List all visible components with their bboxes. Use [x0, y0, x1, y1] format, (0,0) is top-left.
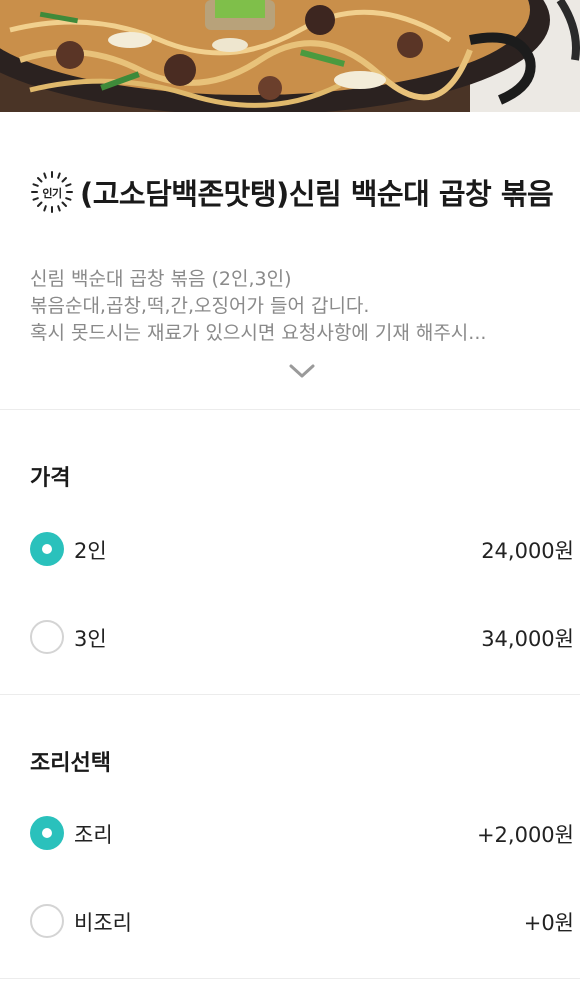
menu-photo [0, 0, 580, 112]
radio-unselected[interactable] [30, 620, 64, 654]
popular-badge-icon: 인기 [30, 170, 74, 214]
section-divider [0, 694, 580, 695]
option-price: 34,000원 [481, 627, 574, 651]
cooking-option-uncooked[interactable]: 비조리 +0원 [0, 891, 580, 951]
radio-selected[interactable] [30, 816, 64, 850]
menu-title-block: 인기 (고소담백존맛탱)신림 백순대 곱창 볶음 [30, 170, 560, 215]
price-option-3-person[interactable]: 3인 34,000원 [0, 607, 580, 667]
expand-description-chevron-down-icon[interactable] [288, 362, 316, 380]
price-option-2-person[interactable]: 2인 24,000원 [0, 519, 580, 579]
option-label: 비조리 [74, 911, 132, 935]
section-divider [0, 409, 580, 410]
option-price: 24,000원 [481, 539, 574, 563]
section-divider [0, 978, 580, 979]
description-line: 신림 백순대 곱창 볶음 (2인,3인) [30, 268, 292, 290]
price-section-title: 가격 [30, 466, 71, 491]
option-label: 3인 [74, 627, 107, 651]
menu-title: 인기 (고소담백존맛탱)신림 백순대 곱창 볶음 [30, 170, 560, 215]
option-price: +2,000원 [476, 823, 574, 847]
option-label: 조리 [74, 823, 113, 847]
cooking-section-title: 조리선택 [30, 751, 111, 776]
description-line: 혹시 못드시는 재료가 있으시면 요청사항에 기재 해주시... [30, 322, 487, 344]
popular-badge-text: 인기 [42, 186, 61, 200]
cooking-option-cooked[interactable]: 조리 +2,000원 [0, 803, 580, 863]
radio-selected[interactable] [30, 532, 64, 566]
option-label: 2인 [74, 539, 107, 563]
option-price: +0원 [523, 911, 574, 935]
radio-unselected[interactable] [30, 904, 64, 938]
menu-description: 신림 백순대 곱창 볶음 (2인,3인) 볶음순대,곱창,떡,간,오징어가 들어… [30, 266, 560, 347]
menu-title-text: (고소담백존맛탱)신림 백순대 곱창 볶음 [80, 177, 554, 211]
description-line: 볶음순대,곱창,떡,간,오징어가 들어 갑니다. [30, 295, 370, 317]
